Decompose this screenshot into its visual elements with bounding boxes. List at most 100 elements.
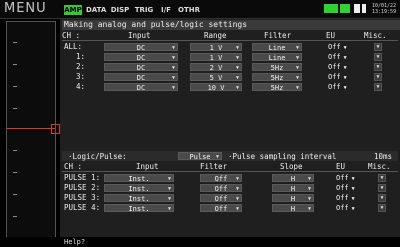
range-select-all[interactable]: 1 V ▼ — [190, 43, 242, 52]
tab-trig[interactable]: TRIG — [134, 5, 154, 15]
grid-tick — [13, 108, 17, 109]
eu-select-all[interactable]: Off ▼ — [328, 43, 347, 51]
menu-title: MENU — [4, 1, 47, 16]
tab-if[interactable]: I/F — [158, 5, 174, 15]
range-select-ch1[interactable]: 1 V ▼ — [190, 53, 242, 62]
triangle-down-icon: ▼ — [171, 45, 175, 51]
triangle-down-icon: ▼ — [343, 85, 347, 91]
memory-card-icon — [324, 4, 338, 13]
pulse-input-select-4[interactable]: Inst. ▼ — [104, 204, 174, 213]
misc-button-ch4[interactable]: ▼ — [374, 83, 382, 91]
range-select-ch3[interactable]: 5 V ▼ — [190, 73, 242, 82]
triangle-down-icon: ▼ — [235, 45, 239, 51]
pulse-slope-select-4[interactable]: H ▼ — [272, 204, 314, 213]
pulse-slope-select-3[interactable]: H ▼ — [272, 194, 314, 203]
pulse-misc-button-1[interactable]: ▼ — [378, 174, 386, 182]
waveform-plot — [6, 21, 60, 238]
filter-select-ch3[interactable]: 5Hz ▼ — [252, 73, 302, 82]
filter-select-ch2[interactable]: 5Hz ▼ — [252, 63, 302, 72]
range-select-ch2[interactable]: 2 V ▼ — [190, 63, 242, 72]
eu-select-ch2[interactable]: Off ▼ — [328, 63, 347, 71]
pulse-eu-select-4[interactable]: Off ▼ — [336, 204, 355, 212]
channel-marker — [51, 124, 60, 134]
triangle-down-icon: ▼ — [351, 186, 355, 192]
pulse-filter-select-4[interactable]: Off ▼ — [200, 204, 242, 213]
eu-select-ch4[interactable]: Off ▼ — [328, 83, 347, 91]
divider — [62, 40, 398, 41]
signal-trace — [7, 128, 55, 129]
triangle-down-icon: ▼ — [351, 206, 355, 212]
triangle-down-icon: ▼ — [307, 196, 311, 202]
pulse-eu-select-1[interactable]: Off ▼ — [336, 174, 355, 182]
pulse-eu-select-2[interactable]: Off ▼ — [336, 184, 355, 192]
triangle-down-icon: ▼ — [343, 65, 347, 71]
pulse-eu-select-3[interactable]: Off ▼ — [336, 194, 355, 202]
divider — [62, 171, 398, 172]
eu-select-ch1[interactable]: Off ▼ — [328, 53, 347, 61]
waveform-panel — [0, 19, 61, 238]
tab-data[interactable]: DATA — [86, 5, 106, 15]
grid-tick — [13, 194, 17, 195]
triangle-down-icon: ▼ — [235, 176, 239, 182]
header-ch: CH : — [62, 31, 81, 40]
triangle-down-icon: ▼ — [307, 206, 311, 212]
triangle-down-icon: ▼ — [171, 55, 175, 61]
triangle-down-icon: ▼ — [295, 55, 299, 61]
pulse-input-select-1[interactable]: Inst. ▼ — [104, 174, 174, 183]
triangle-down-icon: ▼ — [167, 176, 171, 182]
header-eu: EU — [326, 31, 336, 40]
pulse-header-eu: EU — [336, 162, 346, 171]
pulse-input-select-3[interactable]: Inst. ▼ — [104, 194, 174, 203]
pulse-row-label-4: PULSE 4: — [64, 203, 101, 212]
triangle-down-icon: ▼ — [295, 45, 299, 51]
triangle-down-icon: ▼ — [235, 186, 239, 192]
misc-button-ch1[interactable]: ▼ — [374, 53, 382, 61]
eu-select-ch3[interactable]: Off ▼ — [328, 73, 347, 81]
pulse-misc-button-3[interactable]: ▼ — [378, 194, 386, 202]
triangle-down-icon: ▼ — [351, 176, 355, 182]
tab-disp[interactable]: DISP — [110, 5, 130, 15]
tab-amp[interactable]: AMP — [64, 5, 82, 15]
row-label-ch2: 2: — [76, 62, 86, 71]
input-select-ch4[interactable]: DC ▼ — [104, 83, 178, 92]
pulse-header-ch: CH : — [64, 162, 83, 171]
clock: 10/01/22 13:19:59 — [372, 3, 397, 15]
pulse-filter-select-1[interactable]: Off ▼ — [200, 174, 242, 183]
filter-select-ch1[interactable]: Line ▼ — [252, 53, 302, 62]
pulse-filter-select-2[interactable]: Off ▼ — [200, 184, 242, 193]
pulse-slope-select-1[interactable]: H ▼ — [272, 174, 314, 183]
input-select-ch2[interactable]: DC ▼ — [104, 63, 178, 72]
misc-button-ch2[interactable]: ▼ — [374, 63, 382, 71]
pulse-slope-select-2[interactable]: H ▼ — [272, 184, 314, 193]
triangle-down-icon: ▼ — [307, 186, 311, 192]
input-select-all[interactable]: DC ▼ — [104, 43, 178, 52]
pulse-misc-button-4[interactable]: ▼ — [378, 204, 386, 212]
pulse-input-select-2[interactable]: Inst. ▼ — [104, 184, 174, 193]
row-label-ch3: 3: — [76, 72, 86, 81]
pulse-header-filter: Filter — [200, 162, 228, 171]
page-title: Making analog and pulse/logic settings — [62, 20, 400, 30]
triangle-down-icon: ▼ — [343, 75, 347, 81]
pulse-filter-select-3[interactable]: Off ▼ — [200, 194, 242, 203]
range-select-ch4[interactable]: 10 V ▼ — [190, 83, 242, 92]
input-select-ch1[interactable]: DC ▼ — [104, 53, 178, 62]
misc-button-ch3[interactable]: ▼ — [374, 73, 382, 81]
misc-button-all[interactable]: ▼ — [374, 43, 382, 51]
triangle-down-icon: ▼ — [171, 65, 175, 71]
triangle-down-icon: ▼ — [167, 196, 171, 202]
pulse-interval-value[interactable]: 10ms — [374, 152, 392, 161]
tab-othr[interactable]: OTHR — [178, 5, 200, 15]
pulse-header-misc: Misc. — [368, 162, 391, 171]
pulse-misc-button-2[interactable]: ▼ — [378, 184, 386, 192]
help-line: Help? — [0, 237, 400, 247]
filter-select-ch4[interactable]: 5Hz ▼ — [252, 83, 302, 92]
input-select-ch3[interactable]: DC ▼ — [104, 73, 178, 82]
settings-panel: Making analog and pulse/logic settings C… — [60, 19, 400, 237]
grid-tick — [13, 216, 17, 217]
filter-select-all[interactable]: Line ▼ — [252, 43, 302, 52]
triangle-down-icon: ▼ — [235, 55, 239, 61]
power-icon — [362, 4, 366, 13]
menu-screen: MENU AMP DATA DISP TRIG I/F OTHR 10/01/2… — [0, 0, 400, 247]
header-filter: Filter — [264, 31, 292, 40]
logic-pulse-mode-select[interactable]: Pulse ▼ — [178, 152, 222, 161]
